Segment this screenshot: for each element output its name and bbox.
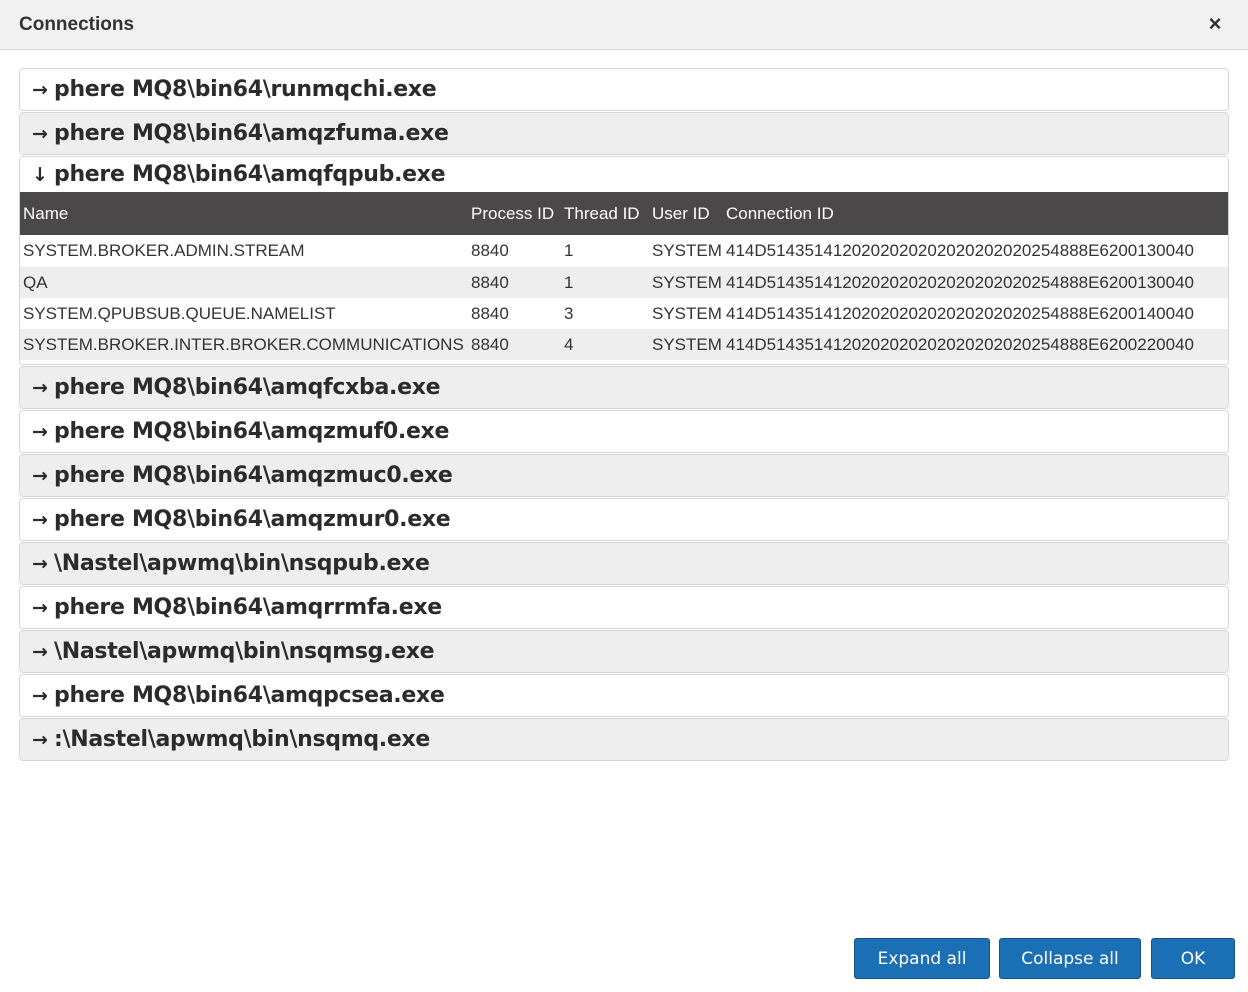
table-cell: 8840 [471,241,509,260]
table-row[interactable]: QA 8840 1 SYSTEM 414D51435141202020202020202… [20,267,1228,298]
table-cell: 414D5143514120202020202020202020254888E6… [726,303,1194,323]
table-row[interactable]: SYSTEM.BROKER.INTER.BROKER.COMMUNICATION… [20,329,1228,360]
process-panel-title: phere MQ8\bin64\runmqchi.exe [54,77,437,102]
table-cell: 4 [564,334,574,354]
arrow-right-icon: → [32,122,48,145]
process-panel-header[interactable]: → phere MQ8\bin64\amqrrmfa.exe [20,587,1228,628]
arrow-right-icon: → [32,640,48,663]
process-panel: → :\Nastel\apwmq\bin\nsqmq.exe [19,718,1229,761]
process-panel-title: phere MQ8\bin64\amqzfuma.exe [54,121,449,146]
table-cell: 1 [564,241,574,260]
process-panel: → phere MQ8\bin64\amqzmuf0.exe [19,410,1229,453]
process-panel: → phere MQ8\bin64\amqpcsea.exe [19,674,1229,717]
column-header[interactable]: Connection ID [723,192,1228,235]
process-panel-header[interactable]: → \Nastel\apwmq\bin\nsqmsg.exe [20,631,1228,672]
process-panel-header[interactable]: → \Nastel\apwmq\bin\nsqpub.exe [20,543,1228,584]
table-cell: SYSTEM [652,303,722,323]
arrow-right-icon: → [32,508,48,531]
table-cell: QA [23,272,48,292]
expand-all-button[interactable]: Expand all [854,938,990,979]
process-panel-header[interactable]: → phere MQ8\bin64\amqpcsea.exe [20,675,1228,716]
arrow-down-icon: ↓ [32,163,48,186]
connections-table: Name Process ID Thread ID User ID Connection… [20,192,1228,360]
process-panel: → phere MQ8\bin64\runmqchi.exe [19,68,1229,111]
process-panel-header[interactable]: → phere MQ8\bin64\amqzmuf0.exe [20,411,1228,452]
process-panel: → \Nastel\apwmq\bin\nsqmsg.exe [19,630,1229,673]
process-panel-title: \Nastel\apwmq\bin\nsqpub.exe [54,551,430,576]
table-cell: SYSTEM [652,334,722,354]
process-panel-header[interactable]: → phere MQ8\bin64\amqzmur0.exe [20,499,1228,540]
arrow-right-icon: → [32,78,48,101]
table-cell: 3 [564,303,574,323]
process-panel-header[interactable]: ↓ phere MQ8\bin64\amqfqpub.exe [20,157,1228,192]
table-cell: SYSTEM [652,241,722,260]
dialog-title: Connections [19,14,135,35]
table-cell: 414D5143514120202020202020202020254888E6… [726,272,1194,292]
arrow-right-icon: → [32,376,48,399]
table-cell: 8840 [471,272,509,292]
process-panel-title: phere MQ8\bin64\amqpcsea.exe [54,683,445,708]
close-icon[interactable]: × [1204,12,1226,36]
process-panel: → phere MQ8\bin64\amqzfuma.exe [19,112,1229,155]
arrow-right-icon: → [32,684,48,707]
table-row[interactable]: SYSTEM.QPUBSUB.QUEUE.NAMELIST 8840 3 SYSTEM… [20,298,1228,329]
table-cell: SYSTEM [652,272,722,292]
column-header[interactable]: Thread ID [561,192,649,235]
process-panel: → \Nastel\apwmq\bin\nsqpub.exe [19,542,1229,585]
table-cell: 8840 [471,334,509,354]
table-cell: SYSTEM.BROKER.ADMIN.STREAM [23,241,305,260]
arrow-right-icon: → [32,420,48,443]
arrow-right-icon: → [32,596,48,619]
table-cell: SYSTEM.QPUBSUB.QUEUE.NAMELIST [23,303,336,323]
process-panel: ↓ phere MQ8\bin64\amqfqpub.exe Name Process… [19,156,1229,365]
arrow-right-icon: → [32,464,48,487]
table-cell: 414D5143514120202020202020202020254888E6… [726,334,1194,354]
process-panel: → phere MQ8\bin64\amqzmuc0.exe [19,454,1229,497]
dialog-titlebar: Connections × [0,0,1248,50]
process-panel-header[interactable]: → :\Nastel\apwmq\bin\nsqmq.exe [20,719,1228,760]
process-panel-title: :\Nastel\apwmq\bin\nsqmq.exe [54,727,430,752]
process-panel: → phere MQ8\bin64\amqfcxba.exe [19,366,1229,409]
table-cell: 414D5143514120202020202020202020254888E6… [726,241,1194,260]
table-cell: 8840 [471,303,509,323]
connections-accordion: → phere MQ8\bin64\runmqchi.exe → phere MQ8\… [19,68,1229,762]
process-panel-title: phere MQ8\bin64\amqzmuf0.exe [54,419,450,444]
process-panel: → phere MQ8\bin64\amqrrmfa.exe [19,586,1229,629]
column-header[interactable]: User ID [649,192,723,235]
table-cell: SYSTEM.BROKER.INTER.BROKER.COMMUNICATION… [23,334,464,354]
process-panel-header[interactable]: → phere MQ8\bin64\amqzmuc0.exe [20,455,1228,496]
collapse-all-button[interactable]: Collapse all [999,938,1141,979]
arrow-right-icon: → [32,552,48,575]
table-row[interactable]: SYSTEM.BROKER.ADMIN.STREAM 8840 1 SYSTEM 414… [20,235,1228,267]
column-header[interactable]: Process ID [468,192,561,235]
process-panel-title: phere MQ8\bin64\amqzmuc0.exe [54,463,453,488]
column-header[interactable]: Name [20,192,468,235]
arrow-right-icon: → [32,728,48,751]
process-panel-title: phere MQ8\bin64\amqfcxba.exe [54,375,441,400]
process-panel-header[interactable]: → phere MQ8\bin64\amqzfuma.exe [20,113,1228,154]
ok-button[interactable]: OK [1151,938,1235,979]
process-panel-title: phere MQ8\bin64\amqfqpub.exe [54,162,446,187]
process-panel-title: phere MQ8\bin64\amqrrmfa.exe [54,595,442,620]
process-panel: → phere MQ8\bin64\amqzmur0.exe [19,498,1229,541]
process-panel-header[interactable]: → phere MQ8\bin64\runmqchi.exe [20,69,1228,110]
process-panel-title: \Nastel\apwmq\bin\nsqmsg.exe [54,639,435,664]
process-panel-title: phere MQ8\bin64\amqzmur0.exe [54,507,451,532]
table-cell: 1 [564,272,574,292]
table-header-row: Name Process ID Thread ID User ID Connection… [20,192,1228,235]
process-panel-header[interactable]: → phere MQ8\bin64\amqfcxba.exe [20,367,1228,408]
